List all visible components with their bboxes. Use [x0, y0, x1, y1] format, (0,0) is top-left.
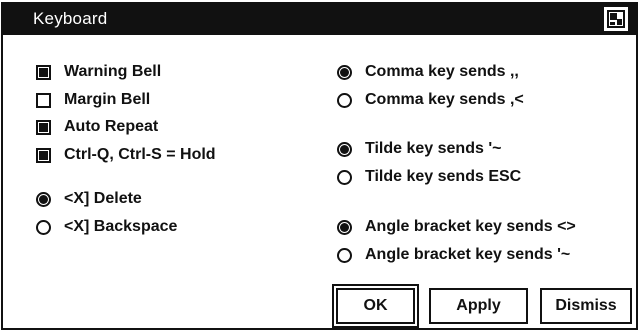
- radio-angle-bracket[interactable]: Angle bracket key sends <>: [337, 216, 576, 238]
- apply-button[interactable]: Apply: [429, 288, 528, 324]
- checkbox-auto-repeat[interactable]: Auto Repeat: [36, 116, 158, 138]
- checkbox-label: Ctrl-Q, Ctrl-S = Hold: [64, 146, 216, 163]
- radio-tilde-esc[interactable]: Tilde key sends ESC: [337, 166, 521, 188]
- checkbox-label: Auto Repeat: [64, 118, 159, 135]
- radio-delete[interactable]: <X] Delete: [36, 188, 142, 210]
- radio-label: Comma key sends ,,: [365, 63, 519, 80]
- ok-button[interactable]: OK: [332, 284, 419, 328]
- radio-comma-lt[interactable]: Comma key sends ,<: [337, 89, 524, 111]
- radio-backspace[interactable]: <X] Backspace: [36, 216, 177, 238]
- checkbox-warning-bell[interactable]: Warning Bell: [36, 61, 161, 83]
- radio-label: Angle bracket key sends '~: [365, 246, 571, 263]
- radio-comma-double[interactable]: Comma key sends ,,: [337, 61, 519, 83]
- radio-label: <X] Backspace: [64, 218, 178, 235]
- radio-button[interactable]: [337, 92, 352, 108]
- checkbox-box[interactable]: [36, 119, 51, 135]
- radio-button[interactable]: [337, 169, 352, 185]
- radio-button[interactable]: [337, 247, 352, 263]
- window-menu-icon[interactable]: [604, 7, 628, 31]
- checkbox-box[interactable]: [36, 92, 51, 108]
- checkbox-label: Warning Bell: [64, 63, 162, 80]
- radio-label: Comma key sends ,<: [365, 91, 524, 108]
- window-title: Keyboard: [33, 9, 108, 28]
- checkbox-margin-bell[interactable]: Margin Bell: [36, 89, 150, 111]
- radio-angle-quote[interactable]: Angle bracket key sends '~: [337, 244, 570, 266]
- radio-button[interactable]: [36, 191, 51, 207]
- checkbox-label: Margin Bell: [64, 91, 151, 108]
- radio-button[interactable]: [337, 141, 352, 157]
- radio-button[interactable]: [337, 64, 352, 80]
- dismiss-button[interactable]: Dismiss: [540, 288, 632, 324]
- checkbox-box[interactable]: [36, 147, 51, 163]
- checkbox-box[interactable]: [36, 64, 51, 80]
- checkbox-ctrl-q-hold[interactable]: Ctrl-Q, Ctrl-S = Hold: [36, 144, 216, 166]
- radio-button[interactable]: [337, 219, 352, 235]
- title-bar[interactable]: Keyboard: [3, 4, 636, 35]
- radio-label: Tilde key sends '~: [365, 140, 502, 157]
- radio-label: Angle bracket key sends <>: [365, 218, 576, 235]
- radio-tilde-quote[interactable]: Tilde key sends '~: [337, 138, 501, 160]
- radio-button[interactable]: [36, 219, 51, 235]
- radio-label: <X] Delete: [64, 190, 142, 207]
- radio-label: Tilde key sends ESC: [365, 168, 522, 185]
- keyboard-dialog: Keyboard Warning Bell Margin Bell Auto R…: [1, 2, 638, 330]
